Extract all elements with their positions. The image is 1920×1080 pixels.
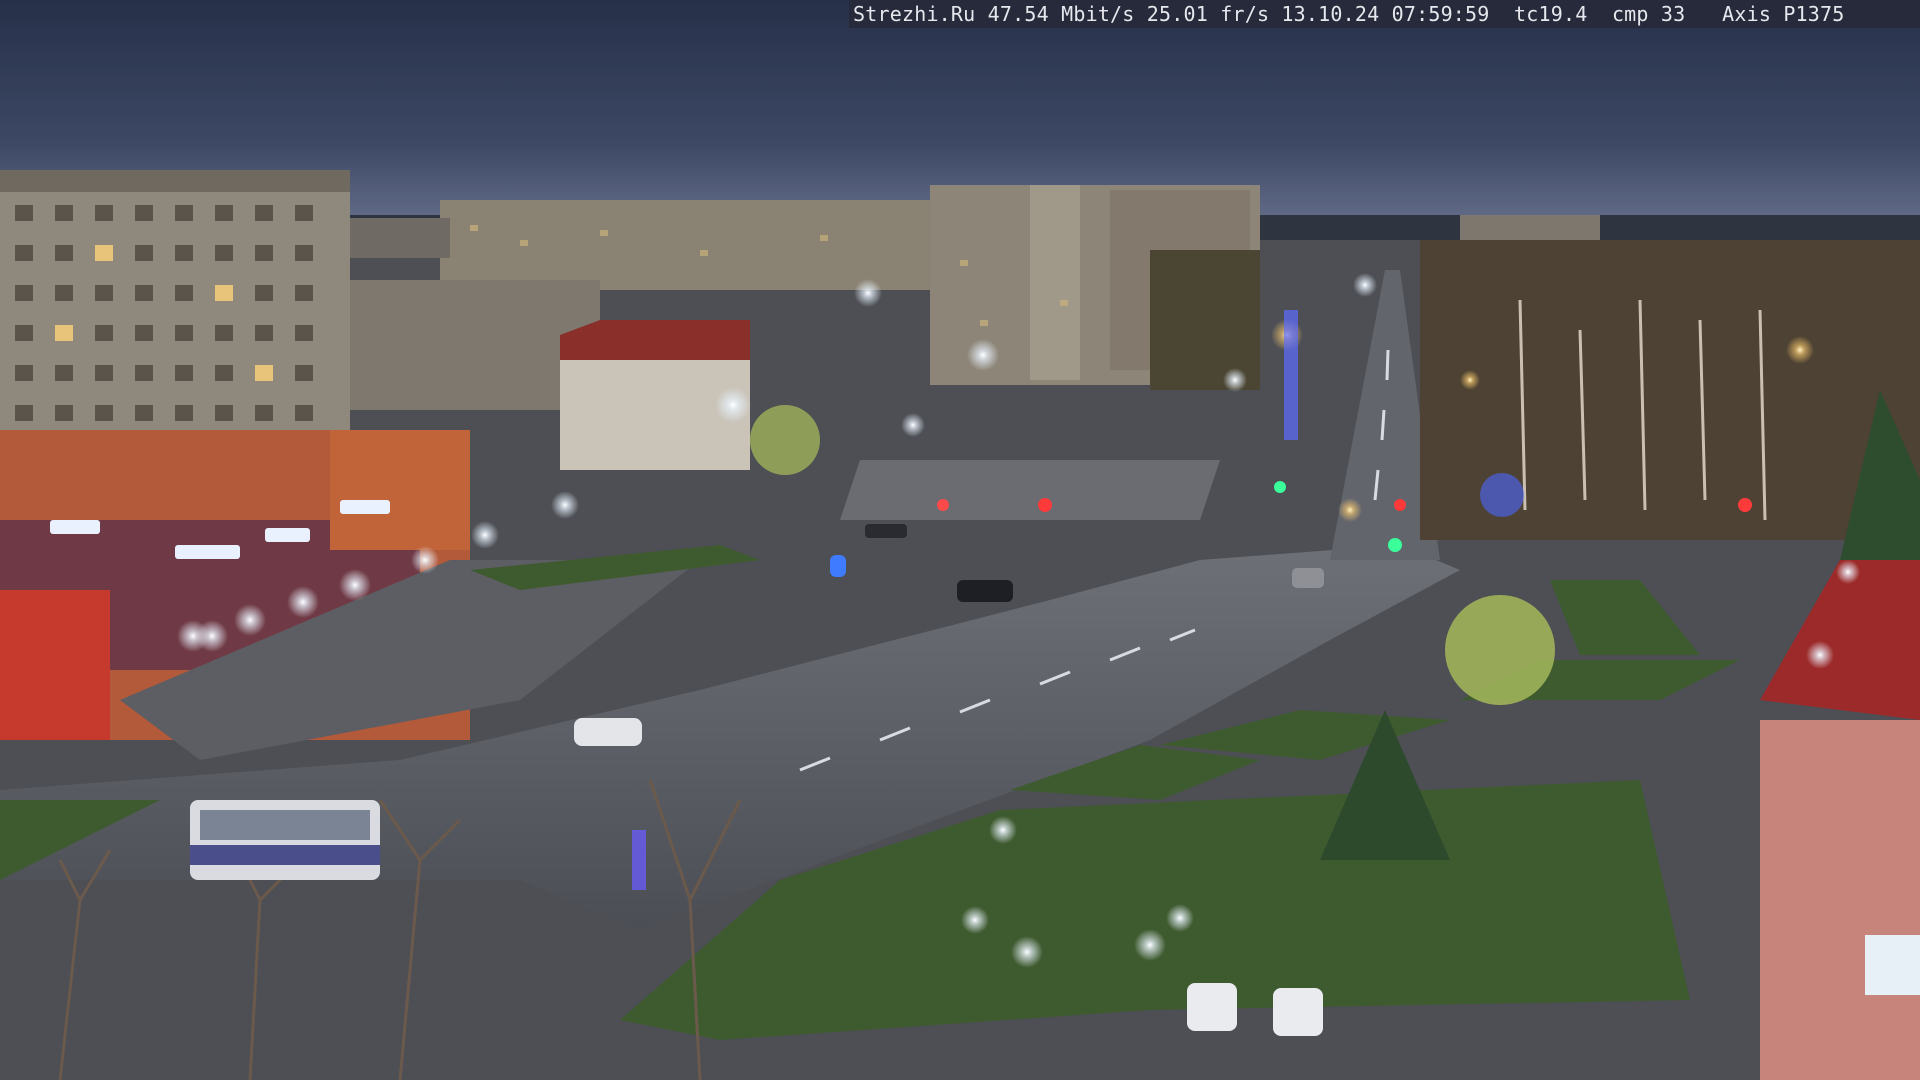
- yellow-tree-2: [750, 405, 820, 475]
- plaza: [840, 460, 1220, 520]
- camera-info-overlay: Strezhi.Ru 47.54 Mbit/s 25.01 fr/s 13.10…: [849, 0, 1920, 28]
- yellow-tree: [1445, 595, 1555, 705]
- webcam-frame: Strezhi.Ru 47.54 Mbit/s 25.01 fr/s 13.10…: [0, 0, 1920, 1080]
- street-scene-photo: [0, 0, 1920, 1080]
- bus: [190, 800, 380, 880]
